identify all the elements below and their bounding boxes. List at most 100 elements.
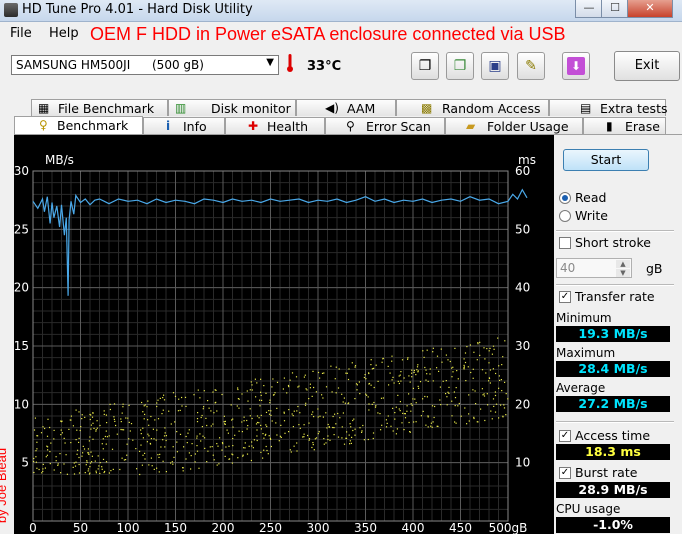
access-time-point [185,405,187,407]
transfer-rate-checkbox[interactable]: ✓ [559,291,571,303]
access-time-point [268,410,270,412]
access-time-point [356,389,358,391]
access-time-point [70,415,72,417]
access-time-point [367,438,369,441]
access-time-point [299,427,301,429]
access-time-point [406,410,408,412]
start-button[interactable]: Start [563,149,649,171]
access-time-point [187,432,189,434]
access-time-point [94,460,96,462]
access-time-point [319,377,321,379]
save-button[interactable]: ▣ [481,52,509,80]
access-time-point [219,437,221,439]
access-time-point [441,361,443,363]
access-time-point [105,443,107,445]
spin-up-icon[interactable]: ▲ [616,260,630,268]
access-time-point [164,427,166,429]
write-radio[interactable] [559,210,571,222]
access-time-point [200,440,202,442]
access-time-point [89,462,92,464]
copy-screenshot-button[interactable]: ❐ [446,52,474,80]
access-time-checkbox[interactable]: ✓ [559,430,571,442]
tab-aam[interactable]: ◀) AAM [296,99,396,116]
average-value: 27.2 MB/s [556,396,670,412]
menu-file[interactable]: File [10,26,32,41]
access-time-point [113,418,115,420]
access-time-point [473,351,475,353]
menu-help[interactable]: Help [49,26,79,41]
access-time-point [410,410,412,412]
access-time-point [386,422,388,424]
download-button[interactable]: ⬇ [562,52,590,80]
tab-extra-tests[interactable]: ▤ Extra tests [549,99,668,116]
tab-folder-usage[interactable]: ▰ Folder Usage [445,117,583,134]
access-time-point [206,461,208,463]
short-stroke-checkbox[interactable] [559,237,571,249]
maximize-button[interactable]: ☐ [601,0,629,18]
access-time-point [46,454,48,456]
access-time-point [497,337,499,339]
access-time-point [317,433,319,435]
tab-health[interactable]: ✚ Health [225,117,325,134]
access-time-point [251,389,253,391]
access-time-point [87,470,89,472]
access-time-point [237,387,239,389]
access-time-point [101,466,103,468]
access-time-point [382,397,384,399]
access-time-point [455,422,457,424]
access-time-point [505,393,507,395]
access-time-point [381,361,383,363]
tab-erase[interactable]: ▮ Erase [583,117,666,134]
close-button[interactable]: ✕ [627,0,673,18]
access-time-point [65,454,67,456]
x-tick-label: 500gB [489,521,528,534]
access-time-point [73,473,76,475]
access-time-point [446,396,448,398]
access-time-point [445,393,447,395]
read-radio[interactable] [559,192,571,204]
options-button[interactable]: ✎ [517,52,545,80]
access-time-point [491,418,493,420]
tab-error-scan[interactable]: ⚲ Error Scan [325,117,445,134]
spin-down-icon[interactable]: ▼ [616,269,630,277]
access-time-point [309,383,311,385]
access-time-point [298,424,300,426]
short-stroke-spinner[interactable]: 40 ▲ ▼ [556,258,632,278]
tab-disk-monitor[interactable]: ▥ Disk monitor [168,99,296,116]
access-time-point [276,381,279,383]
access-time-point [345,372,347,374]
access-time-point [305,402,307,404]
access-time-point [260,378,262,380]
access-time-point [249,408,251,410]
access-time-point [155,439,157,441]
copy-text-button[interactable]: ❐ [411,52,439,80]
access-time-point [399,410,401,412]
access-time-point [330,365,332,367]
burst-rate-checkbox[interactable]: ✓ [559,467,571,479]
access-time-point [90,451,92,453]
minimize-button[interactable]: — [575,0,603,18]
access-time-point [488,362,490,364]
access-time-point [291,372,294,374]
burst-rate-value: 28.9 MB/s [556,482,670,498]
tab-info[interactable]: i Info [143,117,225,134]
exit-button[interactable]: Exit [614,51,680,81]
drive-select[interactable]: SAMSUNG HM500JI (500 gB) ▼ [11,55,279,75]
tab-random-access[interactable]: ▩ Random Access [396,99,549,116]
access-time-point [349,423,351,425]
access-time-point [481,388,483,390]
access-time-point [66,473,68,475]
access-time-point [395,433,397,435]
access-time-point [97,455,99,457]
access-time-point [201,426,203,428]
tab-file-benchmark[interactable]: ▦ File Benchmark [31,99,168,116]
access-time-point [213,459,215,461]
tab-benchmark[interactable]: ♀ Benchmark [14,116,143,135]
access-time-point [266,425,268,428]
access-time-point [53,469,55,471]
divider [556,284,674,286]
access-time-point [282,388,284,390]
access-time-point [339,417,341,419]
access-time-point [323,438,325,440]
access-time-point [89,472,91,474]
